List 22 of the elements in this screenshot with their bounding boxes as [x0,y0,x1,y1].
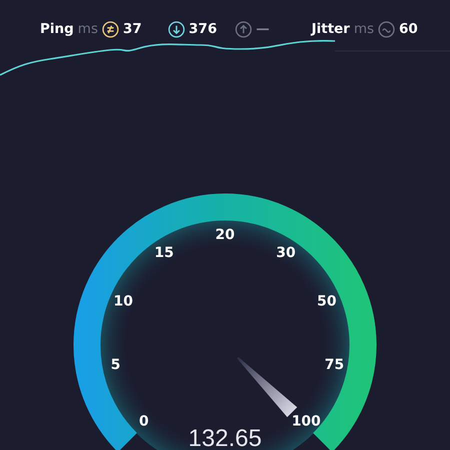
scale-label: 50 [317,294,337,310]
stat-value: 60 [399,20,418,39]
speed-reading: 132.65 [188,425,262,450]
stat-value: — [256,20,270,39]
unit-label: ms [78,20,98,39]
unit-label: ms [354,20,374,39]
download-icon [168,20,185,38]
scale-label: 0 [138,414,149,430]
scale-label: 5 [110,356,120,373]
scale-label: 100 [292,414,321,430]
upload-icon [234,20,252,38]
scale-label: 15 [154,245,174,262]
ping-icon [102,20,119,38]
scale-label: 20 [215,227,235,243]
stat-label: Jitter [311,20,350,39]
scale-label: 30 [276,245,296,262]
scale-label: 75 [324,356,344,373]
scale-label: 10 [113,294,133,310]
stat-label: Ping [40,20,74,39]
stat-value: 376 [188,20,217,39]
stat-value: 37 [122,20,142,39]
jitter-icon [378,20,396,38]
